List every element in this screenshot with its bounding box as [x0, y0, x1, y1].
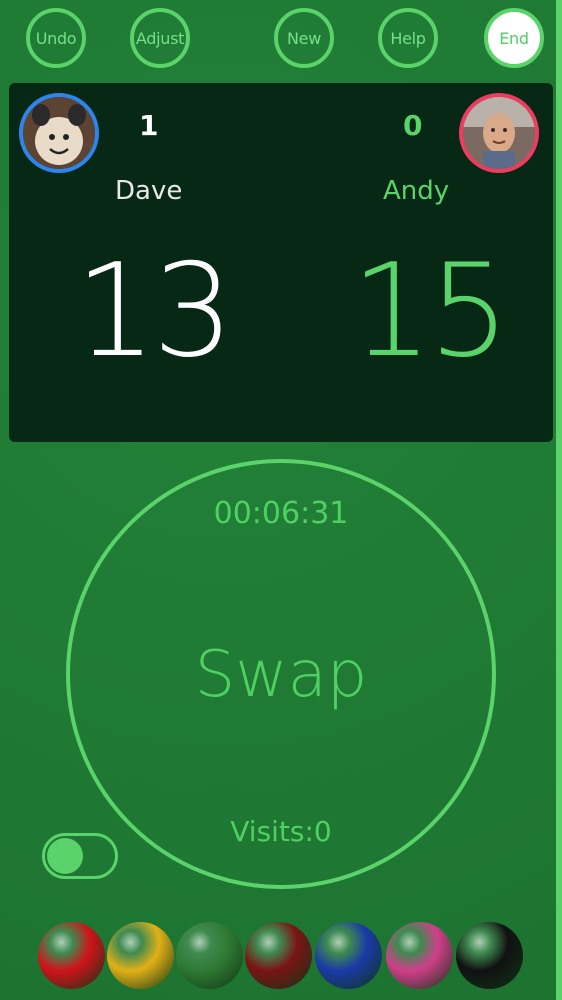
andy-name: Andy: [383, 176, 450, 206]
new-button[interactable]: New: [274, 8, 334, 68]
swap-label: Swap: [194, 638, 368, 712]
dave-avatar-image: [23, 97, 95, 169]
andy-avatar-image: [463, 97, 535, 169]
undo-button[interactable]: Undo: [26, 8, 86, 68]
help-button[interactable]: Help: [378, 8, 438, 68]
yellow-ball[interactable]: [107, 922, 174, 989]
scoreboard: 1 Dave 13 0 Andy 15: [9, 83, 553, 442]
dave-name: Dave: [115, 176, 183, 206]
end-button[interactable]: End: [484, 8, 544, 68]
adjust-button[interactable]: Adjust: [130, 8, 190, 68]
mode-toggle[interactable]: [42, 833, 118, 879]
red-ball[interactable]: [38, 922, 105, 989]
match-timer: 00:06:31: [213, 496, 349, 531]
black-ball[interactable]: [456, 922, 523, 989]
andy-frames: 0: [403, 109, 423, 142]
visits-count: Visits:0: [230, 815, 332, 848]
dave-frames: 1: [139, 109, 159, 142]
blue-ball[interactable]: [315, 922, 382, 989]
brown-ball[interactable]: [245, 922, 312, 989]
dave-avatar[interactable]: [19, 93, 99, 173]
swap-button[interactable]: 00:06:31 Swap Visits:0: [66, 459, 496, 889]
dave-score: 13: [75, 237, 234, 386]
andy-score: 15: [351, 237, 510, 386]
andy-avatar[interactable]: [459, 93, 539, 173]
pink-ball[interactable]: [386, 922, 453, 989]
toggle-knob: [47, 838, 83, 874]
right-edge-strip: [556, 0, 562, 1000]
green-ball[interactable]: [176, 922, 243, 989]
